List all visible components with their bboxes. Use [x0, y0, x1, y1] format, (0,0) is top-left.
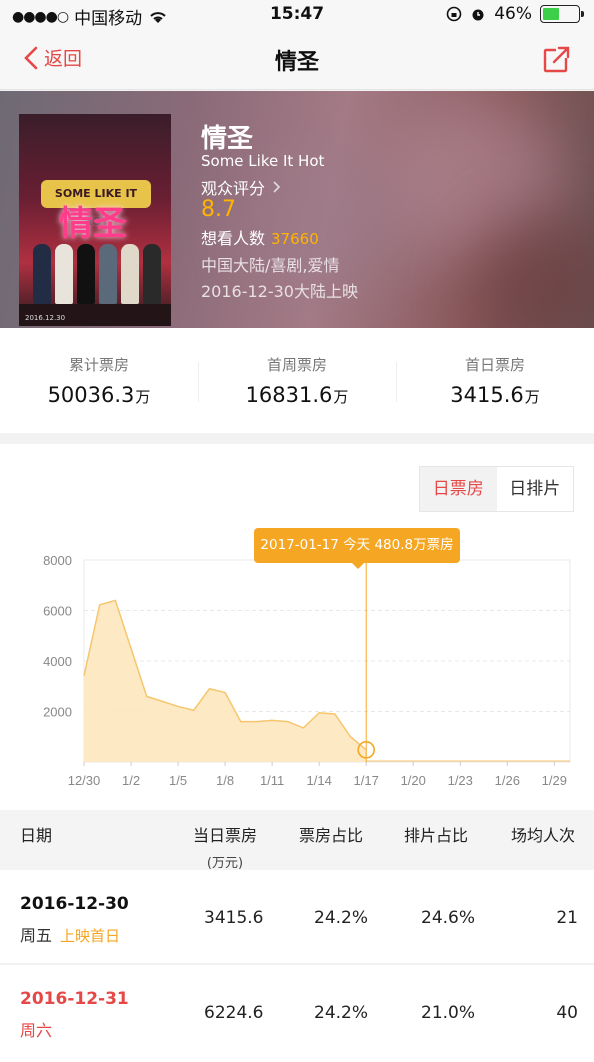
row-show-ratio: 24.6% [421, 908, 476, 928]
movie-genre: 中国大陆/喜剧,爱情 [201, 256, 340, 275]
stat-label: 首日票房 [464, 356, 525, 374]
table-row[interactable]: 2016-12-31 周六 6224.6 24.2% 21.0% 40 [0, 965, 594, 1062]
chevron-right-icon [273, 181, 281, 193]
x-tick-label: 1/11 [260, 773, 284, 788]
y-tick-label: 6000 [43, 604, 72, 619]
col-avg-attendance: 场均人次 [511, 826, 576, 845]
chart-toggle: 日票房 日排片 [419, 466, 574, 512]
x-tick-label: 1/17 [354, 773, 379, 788]
rating-link[interactable]: 观众评分 [201, 175, 281, 199]
row-weekday: 周六 [20, 1021, 53, 1040]
col-box-unit: (万元) [206, 856, 244, 871]
want-count: 37660 [271, 230, 319, 248]
rating-label: 观众评分 [201, 179, 266, 198]
row-avg: 40 [556, 1003, 578, 1023]
stat-total: 累计票房 50036.3万 [0, 328, 198, 433]
row-date: 2016-12-31 [20, 989, 129, 1009]
stat-label: 首周票房 [266, 356, 327, 374]
x-tick-label: 1/29 [542, 773, 567, 788]
row-date: 2016-12-30 [20, 894, 129, 914]
release-date: 2016-12-30大陆上映 [201, 282, 358, 301]
col-show-ratio: 排片占比 [404, 826, 469, 845]
row-box: 3415.6 [204, 908, 264, 928]
x-tick-label: 12/30 [68, 773, 101, 788]
alarm-icon [472, 9, 484, 21]
x-tick-label: 1/26 [495, 773, 520, 788]
x-tick-label: 1/8 [216, 773, 234, 788]
poster-date: 2016.12.30 [25, 314, 66, 322]
page-title: 情圣 [274, 50, 319, 75]
stat-unit: 万 [135, 388, 151, 406]
nav-bar: 返回 情圣 [0, 30, 594, 90]
row-show-ratio: 21.0% [421, 1003, 476, 1023]
battery-icon [540, 5, 584, 23]
stat-value: 50036.3 [47, 383, 135, 407]
tab-daily-screenings[interactable]: 日排片 [497, 467, 574, 511]
y-tick-label: 2000 [43, 705, 72, 720]
col-box: 当日票房 [193, 826, 258, 845]
x-tick-label: 1/20 [401, 773, 426, 788]
x-tick-label: 1/5 [169, 773, 187, 788]
share-icon[interactable] [542, 44, 572, 74]
row-avg: 21 [556, 908, 578, 928]
stat-unit: 万 [524, 388, 540, 406]
movie-poster[interactable]: SOME LIKE IT HOT 情圣 2016.12.30 [19, 114, 171, 326]
col-date: 日期 [20, 826, 53, 845]
status-bar: ●●●●○ 中国移动 15:47 46% [0, 0, 594, 30]
stat-first-week: 首周票房 16831.6万 [198, 328, 396, 433]
stat-value: 16831.6 [245, 383, 333, 407]
tab-daily-box-office[interactable]: 日票房 [420, 467, 497, 511]
row-box-ratio: 24.2% [314, 908, 369, 928]
box-office-chart-card: 8000 6000 4000 2000 12/30 1/2 1/5 1/8 1/11 1/14 1/… [0, 444, 594, 810]
x-tick-label: 1/2 [122, 773, 140, 788]
y-tick-label: 4000 [43, 654, 72, 669]
chart-tooltip: 2017-01-17 今天 480.8万票房 [254, 528, 460, 569]
table-row[interactable]: 2016-12-30 周五 上映首日 3415.6 24.2% 24.6% 21 [0, 870, 594, 964]
stat-label: 累计票房 [68, 356, 129, 374]
stat-value: 3415.6 [450, 383, 524, 407]
table-header: 日期 当日票房 (万元) 票房占比 排片占比 场均人次 [0, 810, 594, 871]
row-box: 6224.6 [204, 1003, 264, 1023]
movie-title: 情圣 [201, 124, 254, 154]
box-office-stats: 累计票房 50036.3万 首周票房 16831.6万 首日票房 3415.6万 [0, 328, 594, 433]
stat-first-day: 首日票房 3415.6万 [396, 328, 594, 433]
rotation-lock-icon [446, 6, 462, 22]
row-tag: 上映首日 [60, 927, 121, 945]
want-label: 想看人数 [201, 229, 266, 248]
battery-percent: 46% [494, 4, 532, 24]
rating-score: 8.7 [201, 197, 236, 222]
x-tick-label: 1/23 [448, 773, 473, 788]
want-row: 想看人数 37660 [201, 225, 319, 249]
row-box-ratio: 24.2% [314, 1003, 369, 1023]
row-weekday: 周五 [20, 926, 53, 945]
area-fill [84, 600, 367, 762]
col-box-ratio: 票房占比 [299, 826, 364, 845]
movie-title-en: Some Like It Hot [201, 152, 325, 170]
y-tick-label: 8000 [43, 553, 72, 568]
stat-unit: 万 [333, 388, 349, 406]
poster-title: 情圣 [59, 204, 127, 244]
x-tick-label: 1/14 [307, 773, 332, 788]
